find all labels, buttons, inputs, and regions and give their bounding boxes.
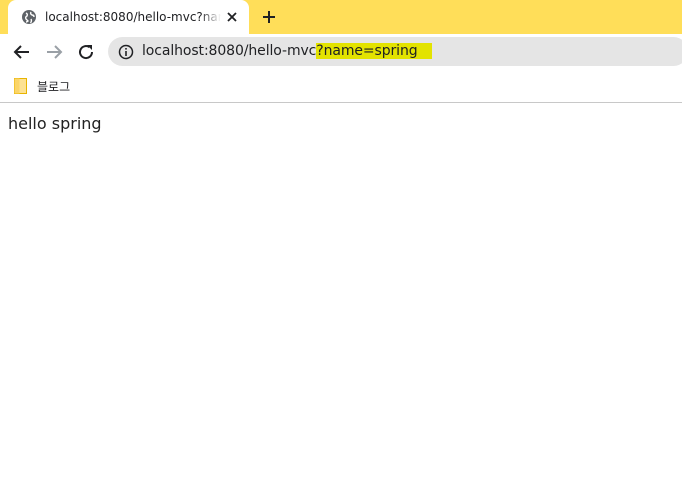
tab-strip: localhost:8080/hello-mvc?name=spring (0, 0, 682, 34)
folder-icon (14, 78, 27, 94)
page-body-text: hello spring (8, 114, 102, 133)
plus-icon[interactable] (260, 8, 278, 26)
close-icon[interactable] (224, 9, 240, 25)
url-text[interactable]: localhost:8080/hello-mvc?name=spring (142, 43, 432, 59)
bookmark-label: 블로그 (37, 79, 71, 94)
arrow-left-icon[interactable] (12, 42, 32, 62)
tab-title: localhost:8080/hello-mvc?name=spring (45, 10, 221, 24)
reload-icon[interactable] (76, 42, 96, 62)
browser-tab[interactable]: localhost:8080/hello-mvc?name=spring (8, 0, 249, 34)
info-icon[interactable] (118, 44, 134, 60)
bookmark-folder-blog[interactable]: 블로그 (14, 75, 70, 97)
globe-icon (22, 10, 36, 24)
toolbar-divider (0, 102, 682, 103)
arrow-right-icon[interactable] (44, 42, 64, 62)
url-base: localhost:8080/hello-mvc (142, 43, 317, 59)
browser-toolbar: localhost:8080/hello-mvc?name=spring (0, 34, 682, 70)
address-bar[interactable]: localhost:8080/hello-mvc?name=spring (108, 37, 682, 66)
url-query-highlight: ?name=spring (316, 43, 432, 59)
bookmarks-bar: 블로그 (0, 70, 682, 102)
